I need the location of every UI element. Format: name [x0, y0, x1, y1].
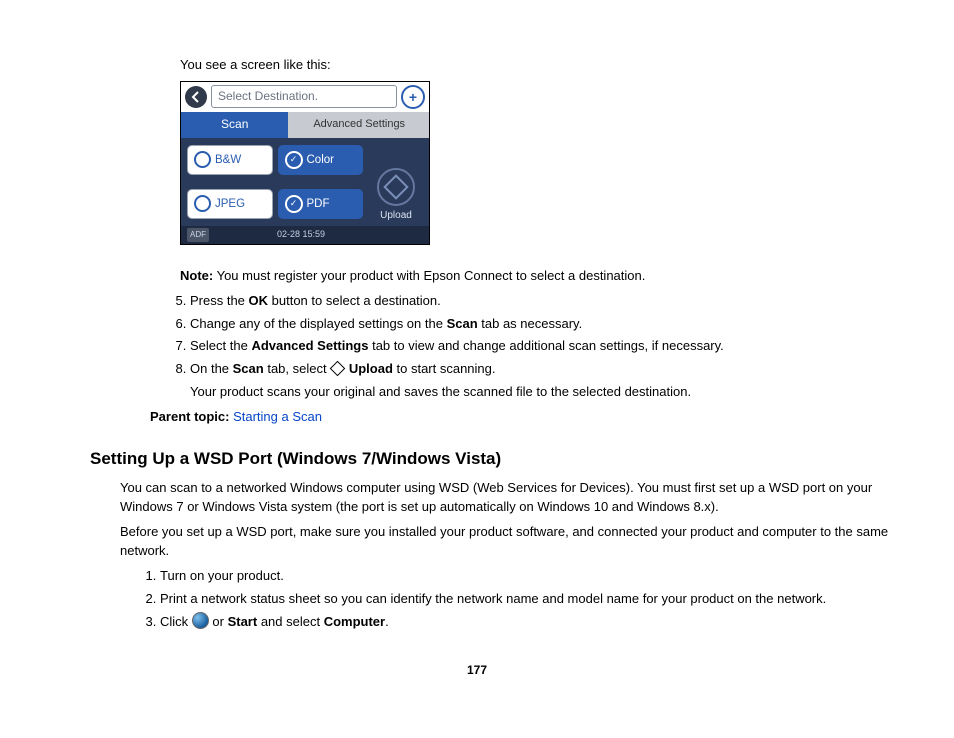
- steps-list-a: Press the OK button to select a destinat…: [170, 292, 894, 402]
- add-destination-icon: +: [401, 85, 425, 109]
- step-b1: Turn on your product.: [160, 567, 894, 586]
- radio-selected-icon: ✓: [285, 195, 303, 213]
- parent-topic-line: Parent topic: Starting a Scan: [150, 408, 894, 427]
- radio-unselected-icon: [194, 195, 211, 212]
- option-pdf-label: PDF: [307, 196, 330, 213]
- windows-start-icon: [192, 612, 209, 629]
- option-color: ✓ Color: [278, 145, 364, 175]
- section-p2: Before you set up a WSD port, make sure …: [120, 523, 894, 561]
- upload-button-icon: [377, 168, 415, 206]
- step-7: Select the Advanced Settings tab to view…: [190, 337, 894, 356]
- radio-unselected-icon: [194, 151, 211, 168]
- page-number: 177: [60, 662, 894, 679]
- back-icon: [185, 86, 207, 108]
- steps-list-b: Turn on your product. Print a network st…: [140, 567, 894, 633]
- step-b3: Click or Start and select Computer.: [160, 612, 894, 632]
- radio-selected-icon: ✓: [285, 151, 303, 169]
- note-line: Note: You must register your product wit…: [180, 267, 894, 286]
- device-screenshot: Select Destination. + Scan Advanced Sett…: [180, 81, 430, 245]
- step-5: Press the OK button to select a destinat…: [190, 292, 894, 311]
- option-color-label: Color: [307, 152, 334, 169]
- option-jpeg: JPEG: [187, 189, 273, 219]
- option-jpeg-label: JPEG: [215, 196, 245, 213]
- section-p1: You can scan to a networked Windows comp…: [120, 479, 894, 517]
- adf-indicator: ADF: [187, 228, 209, 242]
- option-bw: B&W: [187, 145, 273, 175]
- tab-scan: Scan: [181, 112, 289, 138]
- step-6: Change any of the displayed settings on …: [190, 315, 894, 334]
- note-text: You must register your product with Epso…: [213, 268, 645, 283]
- diamond-icon: [330, 361, 346, 377]
- parent-topic-link[interactable]: Starting a Scan: [233, 409, 322, 424]
- step-8-sub: Your product scans your original and sav…: [190, 383, 894, 402]
- step-b2: Print a network status sheet so you can …: [160, 590, 894, 609]
- destination-field: Select Destination.: [211, 85, 397, 108]
- tab-advanced-settings: Advanced Settings: [289, 112, 429, 138]
- intro-text: You see a screen like this:: [180, 56, 894, 75]
- option-pdf: ✓ PDF: [278, 189, 364, 219]
- step-8: On the Scan tab, select Upload to start …: [190, 360, 894, 402]
- parent-topic-label: Parent topic:: [150, 409, 229, 424]
- upload-label: Upload: [380, 209, 412, 224]
- device-timestamp: 02-28 15:59: [277, 228, 325, 241]
- note-label: Note:: [180, 268, 213, 283]
- option-bw-label: B&W: [215, 152, 241, 169]
- section-heading-wsd: Setting Up a WSD Port (Windows 7/Windows…: [90, 447, 894, 472]
